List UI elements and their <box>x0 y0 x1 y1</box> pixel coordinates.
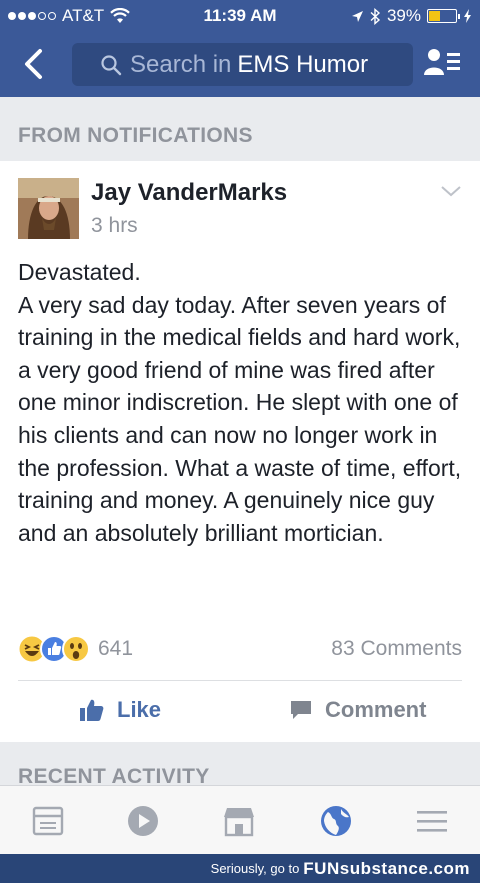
watermark: Seriously, go to FUNsubstance.com <box>0 854 480 883</box>
group-members-icon[interactable] <box>423 47 463 79</box>
avatar[interactable] <box>18 178 79 239</box>
search-icon <box>101 54 122 75</box>
post-author[interactable]: Jay VanderMarks <box>91 179 287 207</box>
news-feed-icon[interactable] <box>31 804 65 838</box>
thumbs-up-icon <box>80 699 104 721</box>
search-input[interactable]: Search in EMS Humor <box>72 43 413 86</box>
group-name: EMS Humor <box>237 50 369 78</box>
marketplace-icon[interactable] <box>222 804 256 838</box>
wow-icon <box>62 635 90 663</box>
reactions-summary[interactable]: 641 <box>18 634 133 664</box>
section-label-recent-activity: RECENT ACTIVITY <box>18 765 210 785</box>
tab-bar <box>0 785 480 854</box>
post-body: Devastated. A very sad day today. After … <box>18 256 466 549</box>
status-right: 39% <box>351 6 472 26</box>
post-line: A very sad day today. After seven years … <box>18 291 462 546</box>
back-icon[interactable] <box>18 45 48 83</box>
post-timestamp[interactable]: 3 hrs <box>91 214 138 238</box>
divider <box>18 680 462 681</box>
search-placeholder: Search in <box>130 50 232 78</box>
battery-icon <box>427 9 460 23</box>
comments-count[interactable]: 83 Comments <box>331 637 462 661</box>
globe-icon[interactable] <box>319 804 353 838</box>
video-icon[interactable] <box>126 804 160 838</box>
menu-icon[interactable] <box>415 804 449 838</box>
post-line: Devastated. <box>18 259 141 285</box>
chevron-down-icon[interactable] <box>440 183 462 199</box>
like-label: Like <box>117 697 162 722</box>
location-icon <box>351 10 363 22</box>
app-header: AT&T 11:39 AM 39% Search in EMS Humor <box>0 0 480 97</box>
status-bar: AT&T 11:39 AM 39% <box>0 0 480 33</box>
watermark-brand: FUNsubstance.com <box>303 858 470 878</box>
reaction-count: 641 <box>98 637 134 660</box>
watermark-text: Seriously, go to <box>210 861 300 876</box>
post-card: Jay VanderMarks 3 hrs Devastated. A very… <box>0 161 480 742</box>
nav-bar: Search in EMS Humor <box>0 33 480 97</box>
comment-button[interactable]: Comment <box>289 697 426 723</box>
comment-icon <box>291 701 311 719</box>
bluetooth-icon <box>370 7 381 25</box>
charging-icon <box>464 9 471 23</box>
battery-percent: 39% <box>386 6 421 25</box>
comment-label: Comment <box>325 697 427 722</box>
section-label-from-notifications: FROM NOTIFICATIONS <box>18 124 253 147</box>
like-button[interactable]: Like <box>79 697 161 723</box>
